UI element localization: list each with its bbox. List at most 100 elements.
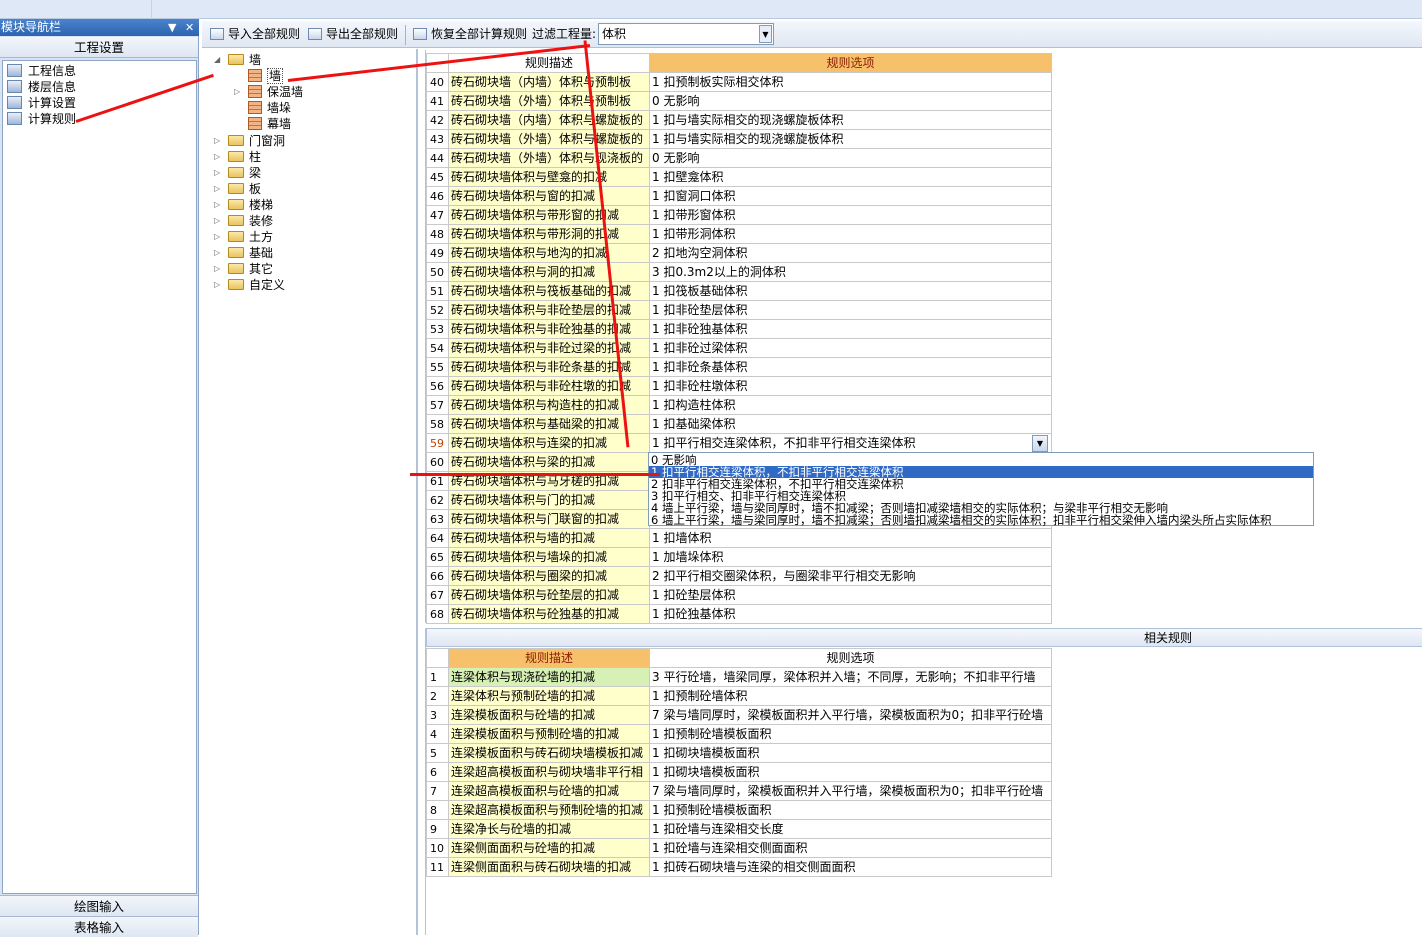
rule-option-cell[interactable]: 3 平行砼墙，墙梁同厚，梁体积并入墙；不同厚，无影响；不扣非平行墙 — [649, 667, 1052, 687]
rule-description-cell[interactable]: 砖石砌块墙体积与墙的扣减 — [448, 528, 650, 548]
table-row[interactable]: 54 砖石砌块墙体积与非砼过梁的扣减 1 扣非砼过梁体积 — [426, 338, 1052, 358]
rule-description-cell[interactable]: 连梁超高模板面积与预制砼墙的扣减 — [448, 800, 650, 820]
collapsed-arrow-icon[interactable]: ▷ — [214, 277, 224, 293]
rule-option-cell[interactable]: 1 扣窗洞口体积 — [649, 186, 1052, 206]
tree-node-folder[interactable]: ▷ 柱 — [214, 149, 261, 165]
table-row[interactable]: 59 砖石砌块墙体积与连梁的扣减 1 扣平行相交连梁体积，不扣非平行相交连梁体积 — [426, 433, 1052, 453]
tree-node-folder[interactable]: ▷ 土方 — [214, 229, 273, 245]
tree-node-folder[interactable]: ▷ 基础 — [214, 245, 273, 261]
tree-node-folder[interactable]: ▷ 自定义 — [214, 277, 285, 293]
rule-description-cell[interactable]: 砖石砌块墙（外墙）体积与螺旋板的 — [448, 129, 650, 149]
table-row[interactable]: 55 砖石砌块墙体积与非砼条基的扣减 1 扣非砼条基体积 — [426, 357, 1052, 377]
rule-option-dropdown-list[interactable]: 0 无影响 1 扣平行相交连梁体积，不扣非平行相交连梁体积 2 扣非平行相交连梁体积… — [648, 452, 1314, 526]
rule-option-cell[interactable]: 1 扣平行相交连梁体积，不扣非平行相交连梁体积 — [649, 433, 1052, 453]
table-row[interactable]: 41 砖石砌块墙（外墙）体积与预制板 0 无影响 — [426, 91, 1052, 111]
nav-item-calc-settings[interactable]: 计算设置 — [7, 95, 76, 111]
rule-description-cell[interactable]: 砖石砌块墙（外墙）体积与预制板 — [448, 91, 650, 111]
rule-option-cell[interactable]: 1 扣带形窗体积 — [649, 205, 1052, 225]
rule-option-cell[interactable]: 7 梁与墙同厚时，梁模板面积并入平行墙，梁模板面积为0；扣非平行砼墙 — [649, 781, 1052, 801]
rule-option-cell[interactable]: 1 扣砖石砌块墙与连梁的相交侧面面积 — [649, 857, 1052, 877]
collapsed-arrow-icon[interactable]: ▷ — [214, 149, 224, 165]
table-row[interactable]: 64 砖石砌块墙体积与墙的扣减 1 扣墙体积 — [426, 528, 1052, 548]
close-icon[interactable]: ✕ — [185, 19, 194, 36]
rule-option-cell[interactable]: 2 扣平行相交圈梁体积，与圈梁非平行相交无影响 — [649, 566, 1052, 586]
table-row[interactable]: 7 连梁超高模板面积与砼墙的扣减 7 梁与墙同厚时，梁模板面积并入平行墙，梁模板面积… — [426, 781, 1052, 801]
project-settings-header[interactable]: 工程设置 — [0, 37, 198, 58]
tree-node-folder[interactable]: ▷ 楼梯 — [214, 197, 273, 213]
rule-description-cell[interactable]: 砖石砌块墙体积与带形洞的扣减 — [448, 224, 650, 244]
collapsed-arrow-icon[interactable]: ▷ — [214, 181, 224, 197]
pin-icon[interactable]: ▼ — [168, 19, 176, 36]
rule-description-cell[interactable]: 砖石砌块墙（内墙）体积与预制板 — [448, 72, 650, 92]
table-row[interactable]: 56 砖石砌块墙体积与非砼柱墩的扣减 1 扣非砼柱墩体积 — [426, 376, 1052, 396]
rule-option-cell[interactable]: 1 扣砼墙与连梁相交长度 — [649, 819, 1052, 839]
table-input-button[interactable]: 表格输入 — [0, 916, 198, 937]
nav-item-floor-info[interactable]: 楼层信息 — [7, 79, 76, 95]
table-row[interactable]: 11 连梁侧面面积与砖石砌块墙的扣减 1 扣砖石砌块墙与连梁的相交侧面面积 — [426, 857, 1052, 877]
collapsed-arrow-icon[interactable]: ▷ — [214, 261, 224, 277]
nav-item-calc-rules[interactable]: 计算规则 — [7, 111, 76, 127]
collapsed-arrow-icon[interactable]: ▷ — [214, 245, 224, 261]
rule-option-cell[interactable]: 1 加墙垛体积 — [649, 547, 1052, 567]
rule-option-cell[interactable]: 1 扣非砼条基体积 — [649, 357, 1052, 377]
table-row[interactable]: 42 砖石砌块墙（内墙）体积与螺旋板的 1 扣与墙实际相交的现浇螺旋板体积 — [426, 110, 1052, 130]
rule-option-cell[interactable]: 2 扣地沟空洞体积 — [649, 243, 1052, 263]
collapsed-arrow-icon[interactable]: ▷ — [214, 165, 224, 181]
rule-option-cell[interactable]: 1 扣构造柱体积 — [649, 395, 1052, 415]
header-rule-option[interactable]: 规则选项 — [649, 648, 1052, 668]
collapsed-arrow-icon[interactable]: ▷ — [214, 213, 224, 229]
rule-description-cell[interactable]: 连梁超高模板面积与砼墙的扣减 — [448, 781, 650, 801]
table-row[interactable]: 58 砖石砌块墙体积与基础梁的扣减 1 扣基础梁体积 — [426, 414, 1052, 434]
rule-option-cell[interactable]: 0 无影响 — [649, 91, 1052, 111]
rule-description-cell[interactable]: 砖石砌块墙体积与窗的扣减 — [448, 186, 650, 206]
table-row[interactable]: 10 连梁侧面面积与砼墙的扣减 1 扣砼墙与连梁相交侧面面积 — [426, 838, 1052, 858]
rule-description-cell[interactable]: 砖石砌块墙体积与非砼垫层的扣减 — [448, 300, 650, 320]
tree-node-insulation-wall[interactable]: ▷ 保温墙 — [234, 84, 303, 100]
rule-description-cell[interactable]: 砖石砌块墙体积与墙垛的扣减 — [448, 547, 650, 567]
table-row[interactable]: 4 连梁模板面积与预制砼墙的扣减 1 扣预制砼墙模板面积 — [426, 724, 1052, 744]
rule-option-cell[interactable]: 0 无影响 — [649, 148, 1052, 168]
tree-node-wall-pier[interactable]: 墙垛 — [248, 100, 291, 116]
dropdown-option[interactable]: 6 墙上平行梁，墙与梁同厚时，墙不扣减梁；否则墙扣减梁墙相交的实际体积；扣非平行… — [651, 514, 1271, 526]
rule-description-cell[interactable]: 砖石砌块墙体积与圈梁的扣减 — [448, 566, 650, 586]
table-row[interactable]: 3 连梁模板面积与砼墙的扣减 7 梁与墙同厚时，梁模板面积并入平行墙，梁模板面积为0… — [426, 705, 1052, 725]
table-row[interactable]: 5 连梁模板面积与砖石砌块墙模板扣减 1 扣砌块墙模板面积 — [426, 743, 1052, 763]
collapsed-arrow-icon[interactable]: ▷ — [214, 197, 224, 213]
rule-option-cell[interactable]: 7 梁与墙同厚时，梁模板面积并入平行墙，梁模板面积为0；扣非平行砼墙 — [649, 705, 1052, 725]
table-row[interactable]: 40 砖石砌块墙（内墙）体积与预制板 1 扣预制板实际相交体积 — [426, 72, 1052, 92]
nav-item-project-info[interactable]: 工程信息 — [7, 63, 76, 79]
table-row[interactable]: 47 砖石砌块墙体积与带形窗的扣减 1 扣带形窗体积 — [426, 205, 1052, 225]
rule-option-cell[interactable]: 1 扣壁龛体积 — [649, 167, 1052, 187]
rule-option-cell[interactable]: 1 扣墙体积 — [649, 528, 1052, 548]
rule-description-cell[interactable]: 连梁侧面面积与砖石砌块墙的扣减 — [448, 857, 650, 877]
rule-option-cell[interactable]: 1 扣砼垫层体积 — [649, 585, 1052, 605]
table-row[interactable]: 68 砖石砌块墙体积与砼独基的扣减 1 扣砼独基体积 — [426, 604, 1052, 624]
collapsed-arrow-icon[interactable]: ▷ — [214, 133, 224, 149]
rule-option-cell[interactable]: 1 扣砼独基体积 — [649, 604, 1052, 624]
rule-option-cell[interactable]: 1 扣预制砼墙体积 — [649, 686, 1052, 706]
table-row[interactable]: 67 砖石砌块墙体积与砼垫层的扣减 1 扣砼垫层体积 — [426, 585, 1052, 605]
tree-node-folder[interactable]: ▷ 梁 — [214, 165, 261, 181]
collapsed-arrow-icon[interactable]: ▷ — [234, 84, 244, 100]
rule-description-cell[interactable]: 砖石砌块墙体积与壁龛的扣减 — [448, 167, 650, 187]
table-row[interactable]: 6 连梁超高模板面积与砌块墙非平行相 1 扣砌块墙模板面积 — [426, 762, 1052, 782]
import-all-rules-button[interactable]: 导入全部规则 — [210, 25, 300, 44]
rule-description-cell[interactable]: 连梁模板面积与砖石砌块墙模板扣减 — [448, 743, 650, 763]
table-row[interactable]: 44 砖石砌块墙（外墙）体积与现浇板的 0 无影响 — [426, 148, 1052, 168]
rule-description-cell[interactable]: 砖石砌块墙体积与构造柱的扣减 — [448, 395, 650, 415]
collapsed-arrow-icon[interactable]: ▷ — [214, 229, 224, 245]
rule-option-cell[interactable]: 1 扣筏板基础体积 — [649, 281, 1052, 301]
rule-description-cell[interactable]: 砖石砌块墙体积与梁的扣减 — [448, 452, 650, 472]
header-rule-option[interactable]: 规则选项 — [649, 53, 1052, 73]
rule-option-cell[interactable]: 1 扣预制板实际相交体积 — [649, 72, 1052, 92]
rule-option-cell[interactable]: 1 扣砌块墙模板面积 — [649, 762, 1052, 782]
table-row[interactable]: 8 连梁超高模板面积与预制砼墙的扣减 1 扣预制砼墙模板面积 — [426, 800, 1052, 820]
rule-description-cell[interactable]: 砖石砌块墙体积与砼垫层的扣减 — [448, 585, 650, 605]
rule-description-cell[interactable]: 砖石砌块墙（内墙）体积与螺旋板的 — [448, 110, 650, 130]
rule-description-cell[interactable]: 砖石砌块墙体积与门联窗的扣减 — [448, 509, 650, 529]
table-row[interactable]: 2 连梁体积与预制砼墙的扣减 1 扣预制砼墙体积 — [426, 686, 1052, 706]
filter-quantity-select[interactable]: 体积 ▼ — [598, 23, 774, 45]
table-row[interactable]: 65 砖石砌块墙体积与墙垛的扣减 1 加墙垛体积 — [426, 547, 1052, 567]
expanded-arrow-icon[interactable]: ◢ — [214, 52, 224, 68]
rule-option-cell[interactable]: 1 扣砼墙与连梁相交侧面面积 — [649, 838, 1052, 858]
